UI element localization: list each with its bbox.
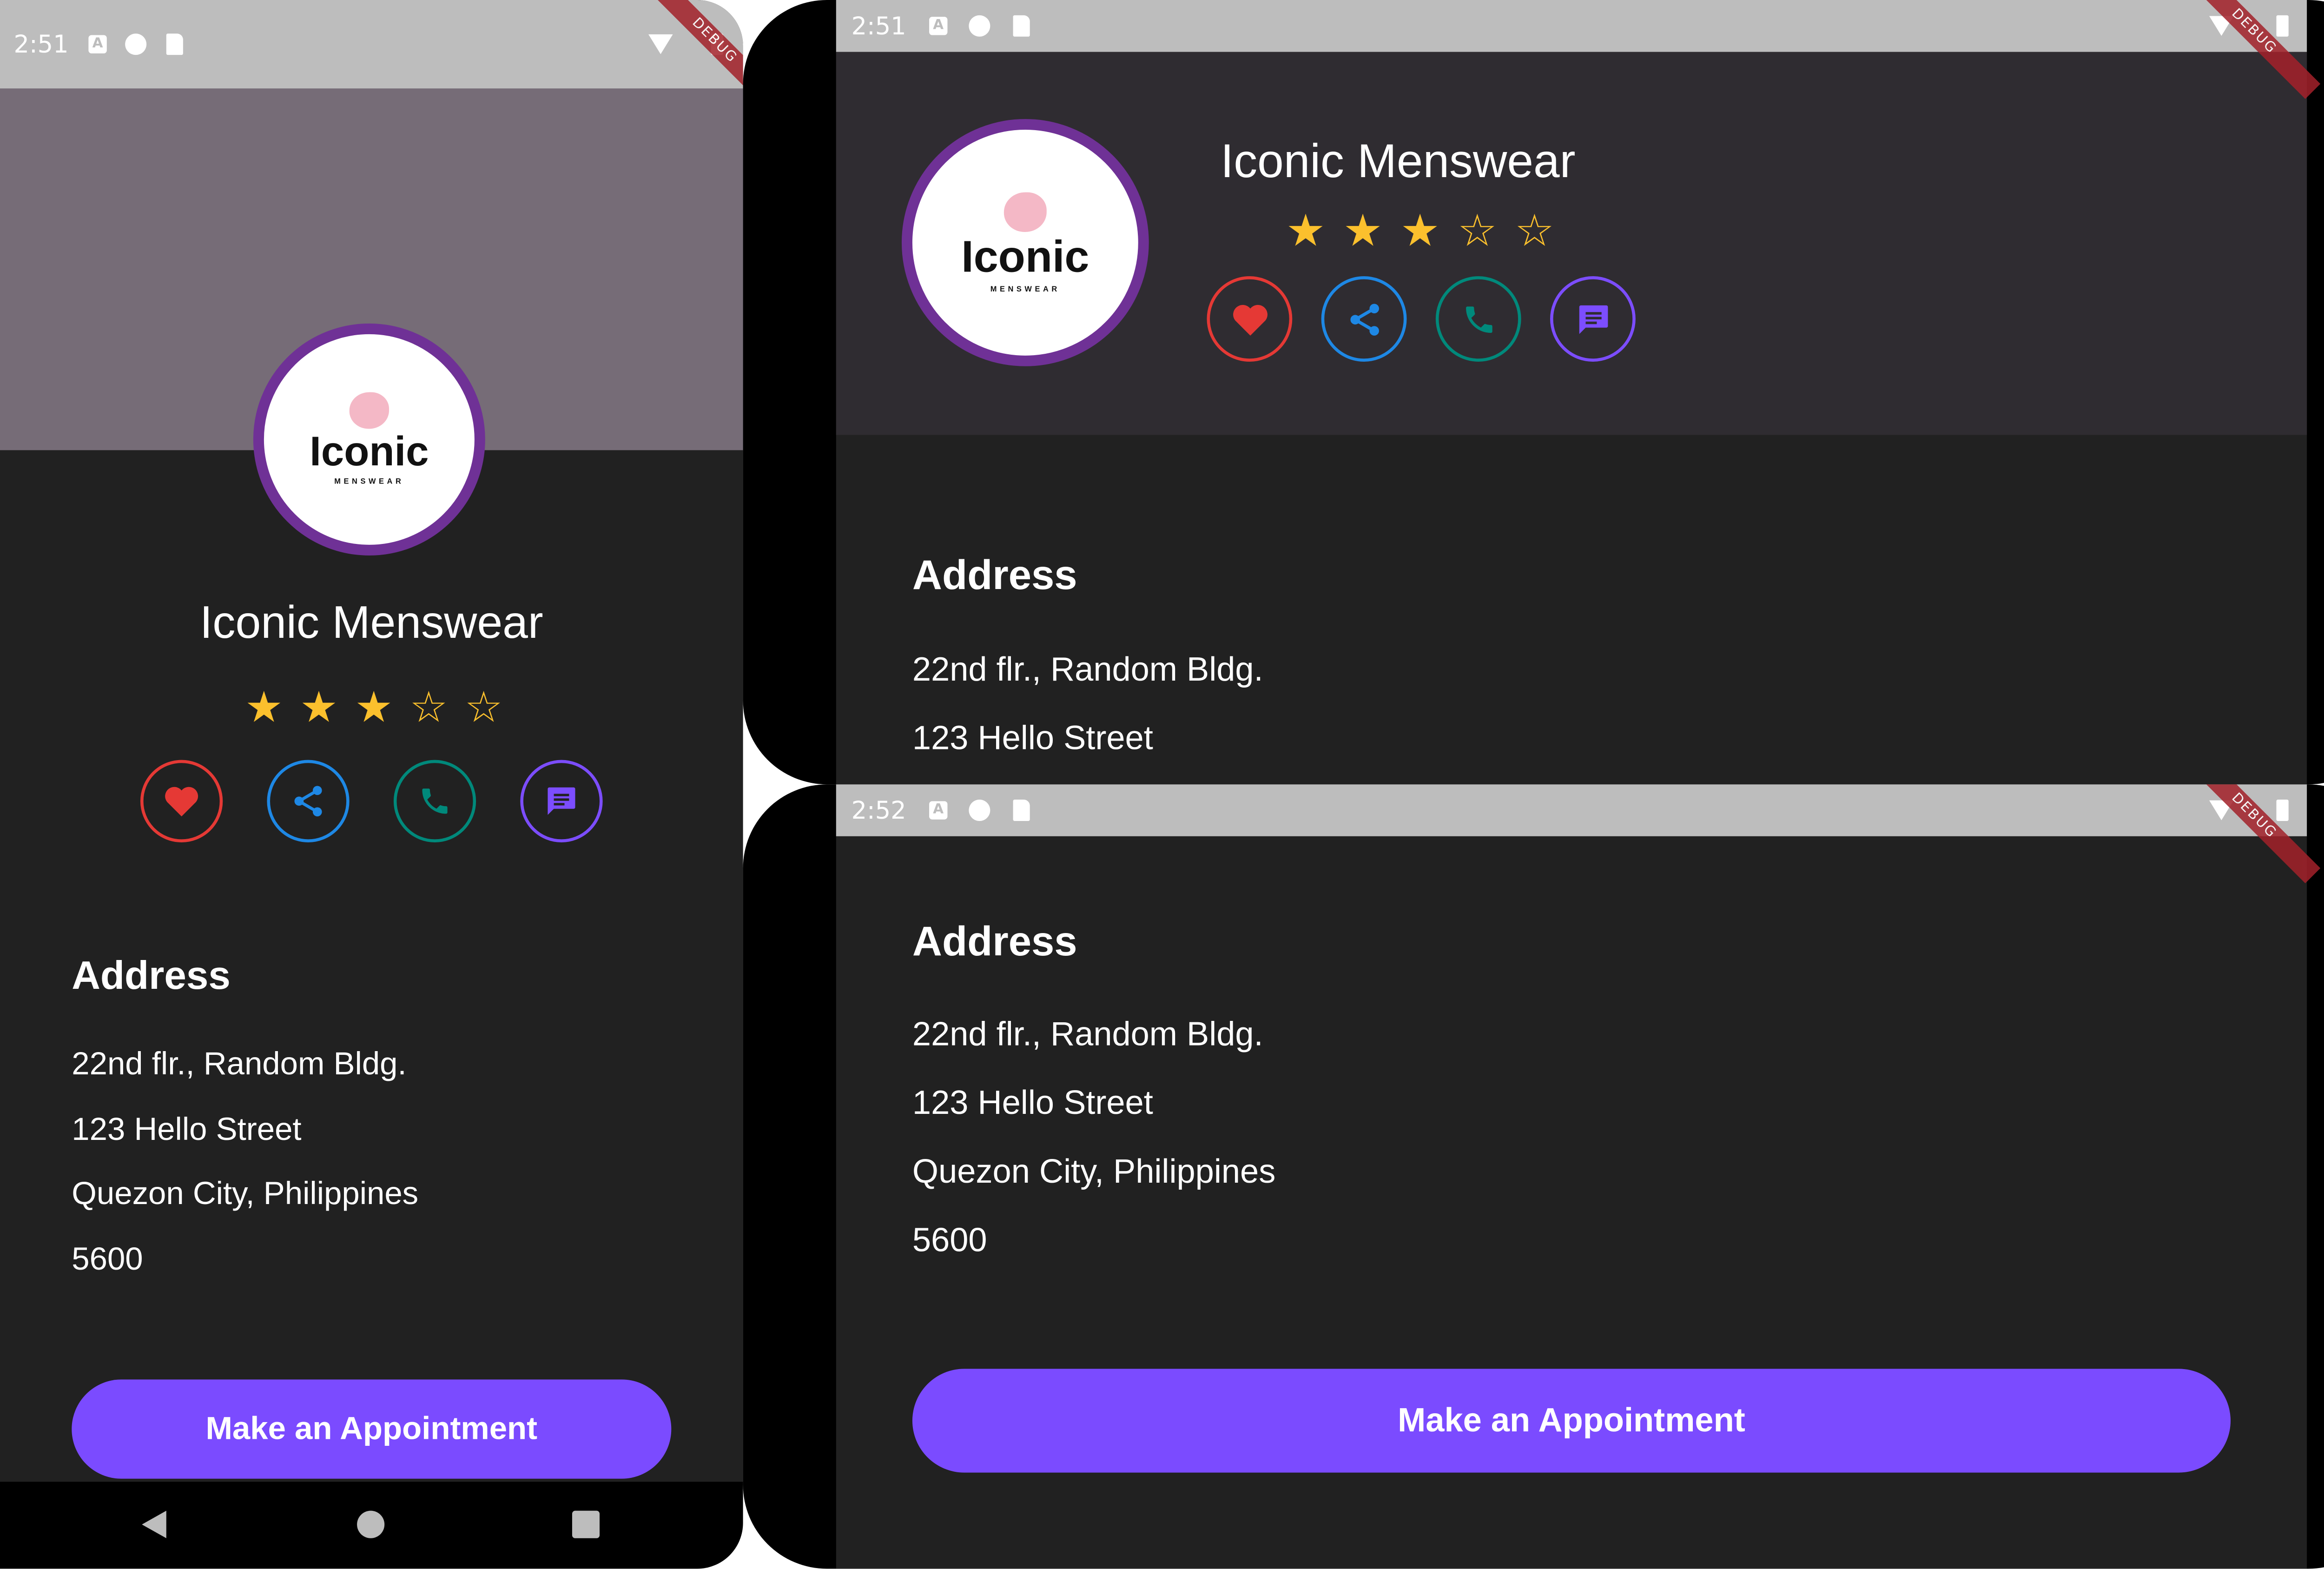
star-outline-icon: ☆ [464, 682, 503, 733]
status-bar: 2:51 A [0, 0, 743, 89]
action-row [140, 760, 603, 842]
address-line-4: 5600 [72, 1242, 143, 1278]
star-outline-icon: ☆ [409, 682, 448, 733]
chat-icon [548, 787, 575, 815]
battery-icon [2276, 15, 2289, 37]
favorite-button[interactable] [1207, 276, 1293, 362]
address-line-1: 22nd flr., Random Bldg. [912, 650, 1263, 689]
notification-app-icon [969, 800, 990, 821]
call-button[interactable] [1435, 276, 1521, 362]
status-bar: 2:51 A [836, 0, 2307, 52]
logo-word: Iconic [961, 232, 1089, 282]
star-filled-icon: ★ [354, 682, 393, 733]
address-line-4: 5600 [912, 1221, 987, 1259]
star-filled-icon: ★ [1400, 204, 1440, 257]
chat-icon [1578, 305, 1607, 333]
action-row [1207, 276, 1636, 362]
notification-a-icon: A [929, 17, 948, 35]
star-filled-icon: ★ [1343, 204, 1383, 257]
address-line-3: Quezon City, Philippines [912, 1152, 1276, 1191]
make-appointment-button[interactable]: Make an Appointment [912, 1369, 2231, 1473]
share-icon [294, 786, 322, 817]
business-logo: Iconic MENSWEAR [901, 119, 1149, 366]
wifi-icon [648, 34, 673, 54]
business-logo: Iconic MENSWEAR [253, 323, 485, 556]
status-time: 2:51 [13, 30, 69, 59]
address-heading: Address [912, 919, 1077, 965]
business-name: Iconic Menswear [199, 598, 543, 649]
business-name: Iconic Menswear [1221, 134, 1576, 188]
notification-a-icon: A [929, 801, 948, 820]
phone-landscape-top: 2:51 A DEBUG Iconic MENSWEAR Iconic Mens… [743, 0, 2324, 785]
share-button[interactable] [1321, 276, 1407, 362]
notification-a-icon: A [88, 35, 107, 53]
share-button[interactable] [267, 760, 350, 842]
phone-landscape-bottom: 2:52 A DEBUG Address 22nd flr., Random B… [743, 784, 2324, 1569]
logo-mark-icon [349, 392, 390, 429]
phone-portrait: 2:51 A DEBUG Iconic MENSWEAR Iconic Mens… [0, 0, 743, 1569]
message-button[interactable] [520, 760, 603, 842]
star-filled-icon: ★ [244, 682, 284, 733]
address-line-2: 123 Hello Street [72, 1112, 302, 1148]
logo-mark-icon [1004, 191, 1047, 232]
address-line-1: 22nd flr., Random Bldg. [912, 1014, 1263, 1053]
notification-app-icon [125, 33, 147, 55]
battery-icon [2276, 800, 2289, 821]
logo-word: Iconic [310, 429, 429, 475]
phone-icon [422, 788, 448, 814]
sd-card-icon [1013, 800, 1030, 821]
notification-app-icon [969, 15, 990, 37]
sd-card-icon [1013, 15, 1030, 37]
favorite-button[interactable] [140, 760, 223, 842]
address-line-1: 22nd flr., Random Bldg. [72, 1046, 407, 1082]
logo-sub: MENSWEAR [334, 477, 404, 487]
square-recents-icon[interactable] [572, 1510, 600, 1538]
heart-icon [165, 787, 198, 817]
star-outline-icon: ☆ [1457, 204, 1497, 257]
logo-sub: MENSWEAR [990, 285, 1060, 294]
address-line-3: Quezon City, Philippines [72, 1176, 419, 1212]
status-time: 2:52 [851, 795, 906, 825]
rating-stars: ★ ★ ★ ☆ ☆ [237, 682, 511, 732]
rating-stars: ★ ★ ★ ☆ ☆ [1277, 205, 1563, 257]
triangle-back-icon[interactable] [140, 1509, 168, 1540]
star-outline-icon: ☆ [1514, 204, 1555, 257]
address-heading: Address [72, 952, 231, 998]
star-filled-icon: ★ [1286, 204, 1326, 257]
phone-icon [1465, 305, 1492, 332]
status-bar: 2:52 A [836, 784, 2307, 836]
circle-home-icon[interactable] [357, 1510, 385, 1538]
address-line-2: 123 Hello Street [912, 719, 1153, 757]
heart-icon [1232, 304, 1267, 335]
call-button[interactable] [393, 760, 476, 842]
make-appointment-button[interactable]: Make an Appointment [72, 1379, 672, 1479]
share-icon [1349, 303, 1379, 335]
address-heading: Address [912, 552, 1077, 598]
message-button[interactable] [1550, 276, 1636, 362]
status-time: 2:51 [851, 11, 906, 40]
star-filled-icon: ★ [299, 682, 338, 733]
sd-card-icon [166, 33, 183, 55]
address-line-2: 123 Hello Street [912, 1083, 1153, 1122]
